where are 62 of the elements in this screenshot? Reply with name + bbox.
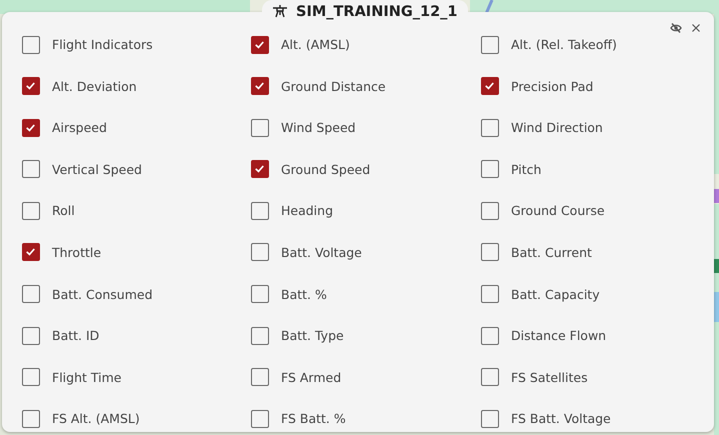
- checkbox-label[interactable]: Batt. Voltage: [281, 244, 362, 260]
- checkbox-label[interactable]: Alt. (Rel. Takeoff): [511, 37, 617, 52]
- checkbox-label[interactable]: Batt. Consumed: [52, 286, 153, 302]
- checkbox[interactable]: [251, 410, 269, 428]
- checkbox-label[interactable]: Airspeed: [52, 120, 107, 136]
- checkbox[interactable]: [251, 160, 269, 178]
- checkbox-label[interactable]: Vertical Speed: [52, 162, 142, 177]
- checkbox[interactable]: [22, 77, 40, 96]
- checkbox-label[interactable]: Batt. Type: [281, 328, 344, 344]
- checkbox-label[interactable]: FS Alt. (AMSL): [52, 411, 140, 426]
- checkbox[interactable]: [251, 243, 269, 262]
- checkbox-label[interactable]: Heading: [281, 203, 334, 218]
- checkbox[interactable]: [481, 118, 499, 137]
- checkbox[interactable]: [251, 118, 269, 137]
- checkbox[interactable]: [481, 160, 499, 178]
- checkbox-label[interactable]: Batt. Current: [511, 244, 592, 260]
- checkbox[interactable]: [251, 77, 269, 96]
- checkbox-label[interactable]: Flight Time: [52, 370, 122, 385]
- checkbox[interactable]: [251, 202, 269, 220]
- checkbox[interactable]: [481, 285, 499, 304]
- checkbox[interactable]: [22, 285, 40, 304]
- checkbox-label[interactable]: Wind Direction: [511, 120, 603, 136]
- checkbox-label[interactable]: Roll: [52, 203, 75, 218]
- checkbox-label[interactable]: FS Satellites: [511, 370, 588, 385]
- checkbox-label[interactable]: Batt. %: [281, 286, 327, 302]
- checkbox-label[interactable]: FS Batt. Voltage: [511, 411, 611, 426]
- checkbox-label[interactable]: FS Armed: [281, 370, 342, 385]
- checkbox-label[interactable]: Batt. Capacity: [511, 286, 600, 302]
- checkbox-label[interactable]: Batt. ID: [52, 328, 100, 344]
- checkbox[interactable]: [22, 160, 40, 178]
- checkbox-label[interactable]: Ground Distance: [281, 78, 386, 94]
- checkbox[interactable]: [22, 202, 40, 220]
- checkbox-label[interactable]: Ground Course: [511, 203, 605, 218]
- checkbox[interactable]: [251, 326, 269, 345]
- checkbox[interactable]: [481, 77, 499, 96]
- checkbox-label[interactable]: Throttle: [52, 244, 102, 260]
- checkbox-label[interactable]: Distance Flown: [511, 328, 606, 344]
- checkbox-label[interactable]: Ground Speed: [281, 162, 370, 177]
- checkbox[interactable]: [22, 243, 40, 262]
- checkbox-label[interactable]: Alt. Deviation: [52, 78, 137, 94]
- checkbox-label[interactable]: Alt. (AMSL): [281, 37, 350, 52]
- checkbox[interactable]: [22, 36, 40, 54]
- checkbox[interactable]: [22, 118, 40, 137]
- close-icon[interactable]: [690, 22, 702, 34]
- checkbox-label[interactable]: Precision Pad: [511, 78, 594, 94]
- checkbox-label[interactable]: FS Batt. %: [281, 411, 346, 426]
- checkbox[interactable]: [22, 410, 40, 428]
- checkbox-label[interactable]: Flight Indicators: [52, 37, 153, 52]
- checkbox[interactable]: [251, 36, 269, 54]
- checkbox-label[interactable]: Pitch: [511, 162, 542, 177]
- checkbox[interactable]: [22, 326, 40, 345]
- checkbox[interactable]: [481, 368, 499, 386]
- checkbox-label[interactable]: Wind Speed: [281, 120, 356, 136]
- checkbox[interactable]: [22, 368, 40, 386]
- checkbox[interactable]: [481, 243, 499, 262]
- eye-slash-icon[interactable]: [670, 22, 682, 34]
- checkbox[interactable]: [481, 410, 499, 428]
- checkbox[interactable]: [251, 368, 269, 386]
- checkbox[interactable]: [481, 202, 499, 220]
- checkbox[interactable]: [481, 36, 499, 54]
- checkbox[interactable]: [481, 326, 499, 345]
- checkbox[interactable]: [251, 285, 269, 304]
